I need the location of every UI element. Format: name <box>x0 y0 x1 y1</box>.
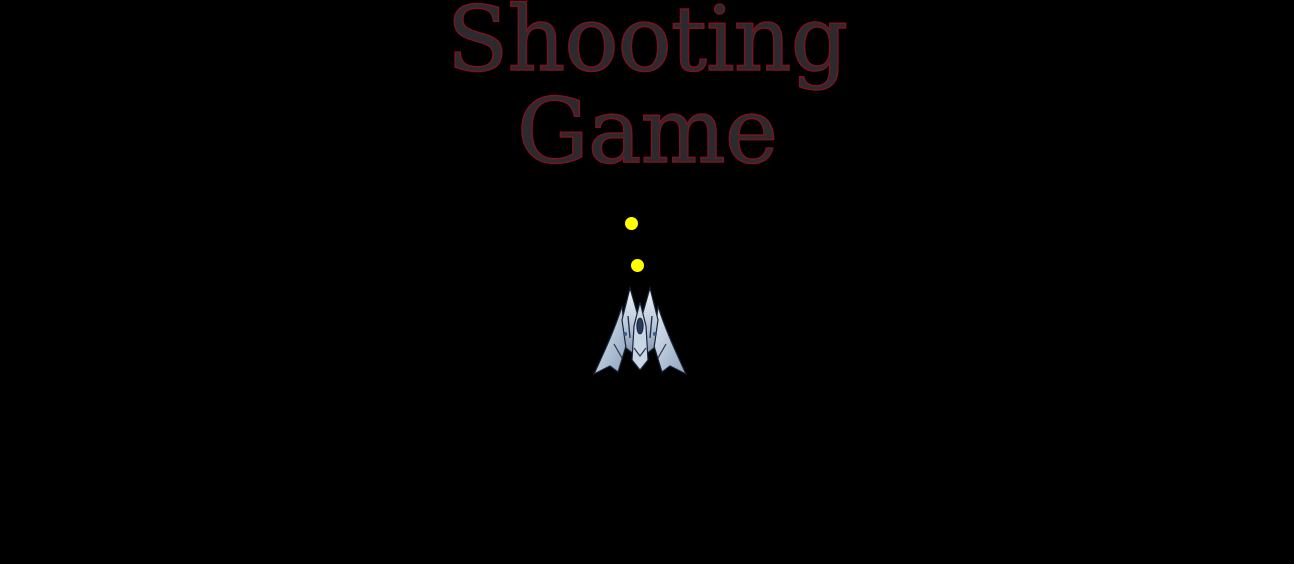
game-title-line-1: Shooting <box>446 0 849 92</box>
player-spaceship-icon <box>592 286 688 376</box>
game-title-line-2: Game <box>516 79 779 184</box>
game-title: Shooting Game <box>0 0 1294 178</box>
game-canvas[interactable]: Shooting Game <box>0 0 1294 564</box>
bullet <box>625 217 638 230</box>
bullet <box>631 259 644 272</box>
